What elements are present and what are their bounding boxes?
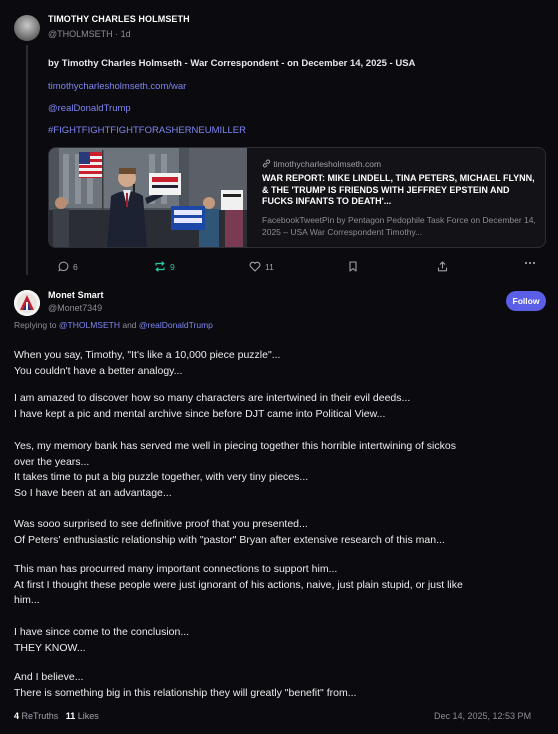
parent-handle[interactable]: @THOLMSETH [48, 29, 113, 39]
reply-paragraph: I am amazed to discover how so many char… [14, 391, 544, 422]
reply-line: And I believe... [14, 671, 84, 683]
reply-paragraph: This man has procurred many important co… [14, 562, 544, 609]
retruths-label: ReTruths [21, 711, 59, 721]
retruth-button[interactable]: 9 [154, 261, 175, 272]
like-count: 11 [265, 261, 274, 272]
reply-paragraph: I have since come to the conclusion... T… [14, 625, 544, 656]
reply-paragraph: Was sooo surprised to see definitive pro… [14, 517, 544, 548]
reply-line: At first I thought these people were jus… [14, 578, 463, 591]
reply-line: There is something big in this relations… [14, 686, 357, 699]
reply-line: Yes, my memory bank has served me well i… [14, 440, 456, 452]
replying-user-tholmseth[interactable]: @THOLMSETH [59, 320, 120, 330]
parent-byline: by Timothy Charles Holmseth - War Corres… [48, 58, 416, 69]
replying-prefix: Replying to [14, 320, 57, 330]
parent-hashtag[interactable]: #FIGHTFIGHTFIGHTFORASHERNEUMILLER [48, 125, 246, 136]
link-preview-card[interactable]: timothycharlesholmseth.com WAR REPORT: M… [48, 147, 546, 248]
more-options-button[interactable] [524, 261, 536, 265]
likes-count: 11 [65, 711, 76, 721]
reply-line: When you say, Timothy, "It's like a 10,0… [14, 349, 281, 361]
replying-to: Replying to @THOLMSETH and @realDonaldTr… [14, 320, 213, 330]
likes-stat[interactable]: 11 Likes [66, 711, 99, 721]
reply-line: I have since come to the conclusion... [14, 626, 190, 638]
replying-and: and [122, 320, 137, 330]
reply-count: 6 [73, 261, 78, 272]
share-button[interactable] [437, 261, 448, 272]
replying-user-realdonaldtrump[interactable]: @realDonaldTrump [139, 320, 213, 330]
retruth-count: 9 [170, 261, 175, 272]
retruth-icon [155, 261, 165, 272]
bookmark-button[interactable] [348, 261, 358, 272]
link-icon [262, 159, 273, 169]
reply-stats: 4 ReTruths 11 Likes [14, 711, 99, 721]
parent-display-name[interactable]: TIMOTHY CHARLES HOLMSETH [48, 14, 190, 24]
link-preview-domain: timothycharlesholmseth.com [273, 159, 382, 169]
parent-link[interactable]: timothycharlesholmseth.com/war [48, 81, 186, 92]
link-preview-image [49, 148, 247, 247]
parent-actions: 6 9 11 [0, 261, 558, 277]
reply-line: So I have been at an advantage... [14, 486, 172, 499]
retruths-stat[interactable]: 4 ReTruths [14, 711, 58, 721]
reply-paragraph: Yes, my memory bank has served me well i… [14, 439, 544, 501]
retruths-count: 4 [14, 711, 20, 721]
reply-line: Was sooo surprised to see definitive pro… [14, 518, 308, 530]
reply-line: It takes time to put a big puzzle togeth… [14, 471, 309, 483]
reply-line: over the years... [14, 455, 90, 468]
reply-paragraph: When you say, Timothy, "It's like a 10,0… [14, 348, 544, 379]
us-flag [79, 152, 103, 178]
link-preview-domain-row: timothycharlesholmseth.com [262, 159, 381, 169]
reply-line: THEY KNOW... [14, 641, 86, 654]
parent-handle-row: @THOLMSETH · 1d [48, 29, 131, 39]
parent-avatar[interactable] [14, 15, 40, 41]
link-preview-title: WAR REPORT: MIKE LINDELL, TINA PETERS, M… [262, 173, 535, 206]
reply-line: him... [14, 594, 40, 606]
reply-display-name[interactable]: Monet Smart [48, 290, 104, 300]
reply-line: Of Peters' enthusiastic relationship wit… [14, 533, 445, 546]
reply-line: You couldn't have a better analogy... [14, 364, 183, 377]
more-icon [524, 261, 536, 265]
reply-paragraph: And I believe... There is something big … [14, 670, 544, 701]
like-button[interactable]: 11 [249, 261, 274, 272]
likes-label: Likes [77, 711, 99, 721]
reply-line: I have kept a pic and mental archive sin… [14, 407, 386, 420]
bookmark-icon [349, 261, 357, 272]
link-preview-description: FacebookTweetPin by Pentagon Pedophile T… [262, 215, 536, 237]
heart-icon [249, 261, 261, 272]
parent-time: 1d [120, 29, 131, 39]
reply-line: I am amazed to discover how so many char… [14, 392, 411, 404]
reply-button[interactable]: 6 [58, 261, 78, 272]
preview-photo [49, 148, 247, 247]
follow-button[interactable]: Follow [506, 291, 546, 311]
parent-mention[interactable]: @realDonaldTrump [48, 103, 131, 114]
reply-icon [58, 261, 69, 272]
thread-line [26, 45, 28, 275]
share-icon [437, 261, 448, 272]
reply-handle[interactable]: @Monet7349 [48, 303, 102, 313]
reply-timestamp: Dec 14, 2025, 12:53 PM [434, 711, 532, 721]
reply-line: This man has procurred many important co… [14, 563, 338, 575]
reply-avatar[interactable] [14, 290, 40, 316]
reply-avatar-image [14, 290, 40, 316]
